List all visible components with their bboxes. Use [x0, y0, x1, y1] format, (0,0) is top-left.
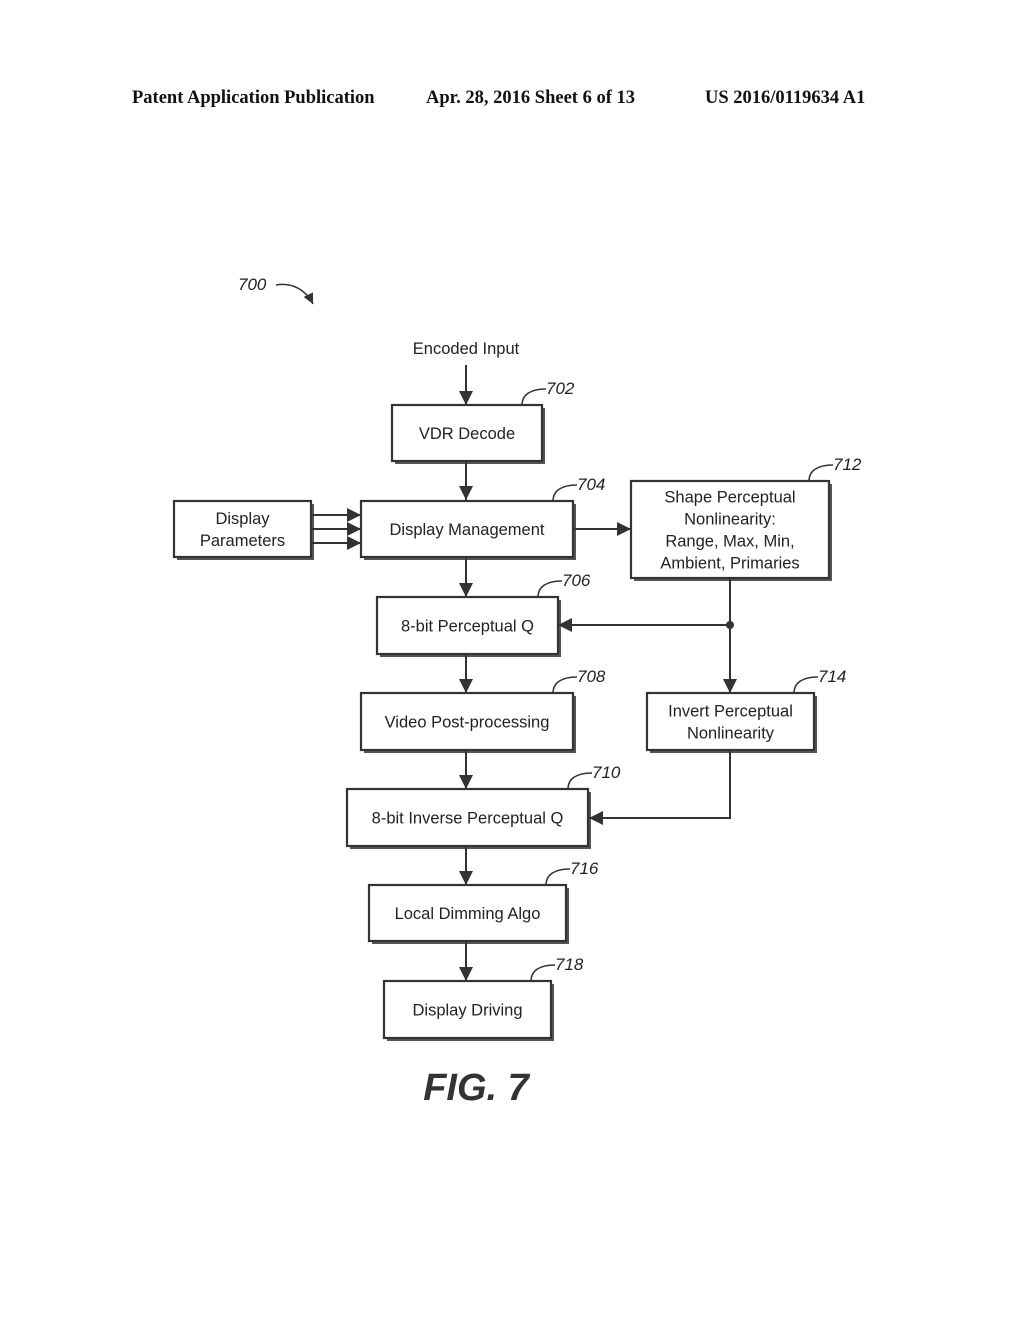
ref-number-704: 704	[577, 475, 605, 494]
ref-leader-712	[808, 464, 834, 482]
ref-leader-716	[545, 868, 571, 886]
ref-number-712: 712	[833, 455, 862, 474]
block-label-line: Nonlinearity:	[684, 511, 776, 529]
block-710: 8-bit Inverse Perceptual Q 710	[345, 763, 621, 849]
ref-number-702: 702	[546, 379, 575, 398]
ref-number-714: 714	[818, 667, 846, 686]
block-708: Video Post-processing 708	[359, 667, 606, 753]
block-label-line: Invert Perceptual	[668, 703, 793, 721]
block-display-params: Display Parameters	[172, 499, 314, 560]
ref-leader-710	[567, 772, 593, 790]
ref-leader-704	[552, 484, 578, 502]
block-label-line: VDR Decode	[419, 425, 515, 443]
block-712: Shape Perceptual Nonlinearity: Range, Max,…	[629, 455, 862, 581]
ref-number-718: 718	[555, 955, 584, 974]
block-706: 8-bit Perceptual Q 706	[375, 571, 591, 657]
block-label-line: Ambient, Primaries	[660, 555, 799, 573]
block-label-line: 8-bit Perceptual Q	[401, 618, 534, 636]
block-716: Local Dimming Algo 716	[367, 859, 599, 944]
ref-number-706: 706	[562, 571, 591, 590]
block-714: Invert Perceptual Nonlinearity 714	[645, 667, 846, 753]
block-label-line: Parameters	[200, 532, 285, 550]
block-704: Display Management 704	[359, 475, 605, 560]
block-label-line: 8-bit Inverse Perceptual Q	[372, 810, 564, 828]
block-label-line: Display Management	[390, 521, 545, 539]
figure-ref-arrow	[275, 283, 314, 305]
block-702: VDR Decode 702	[390, 379, 575, 464]
ref-leader-702	[521, 388, 547, 406]
ref-number-708: 708	[577, 667, 606, 686]
ref-number-710: 710	[592, 763, 621, 782]
block-label-line: Range, Max, Min,	[665, 533, 794, 551]
figure-ref-700: 700	[238, 275, 267, 294]
block-label-line: Display	[215, 510, 270, 528]
ref-leader-708	[552, 676, 578, 694]
encoded-input-label: Encoded Input	[413, 340, 520, 358]
block-label-line: Local Dimming Algo	[395, 905, 541, 923]
block-label-line: Video Post-processing	[385, 714, 550, 732]
flow-diagram: 700 Encoded Input VDR Decode 702 Display M…	[172, 275, 862, 1109]
block-label-line: Shape Perceptual	[664, 489, 795, 507]
figure-caption: FIG. 7	[423, 1067, 530, 1109]
ref-number-716: 716	[570, 859, 599, 878]
ref-leader-718	[530, 964, 556, 982]
block-label-line: Nonlinearity	[687, 725, 775, 743]
block-label-line: Display Driving	[412, 1002, 522, 1020]
ref-leader-714	[793, 676, 819, 694]
ref-leader-706	[537, 580, 563, 598]
block-718: Display Driving 718	[382, 955, 584, 1041]
edge-714-710	[589, 750, 731, 825]
